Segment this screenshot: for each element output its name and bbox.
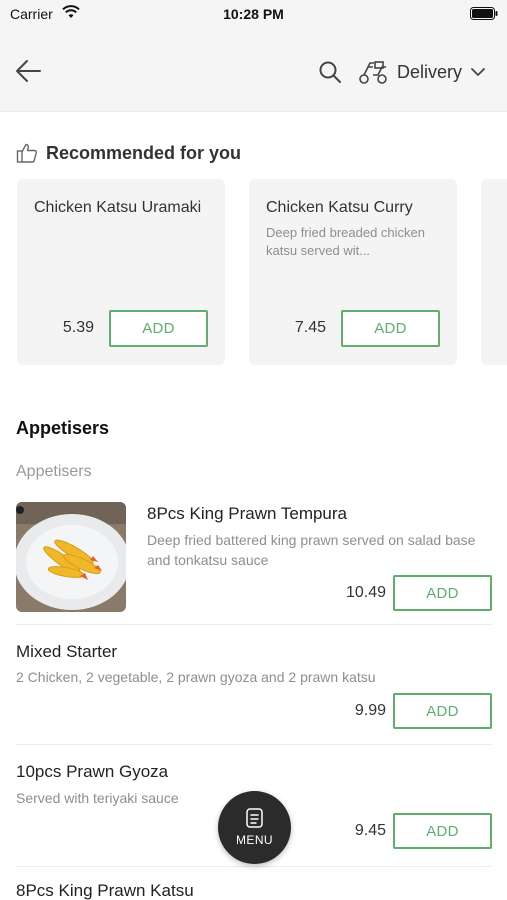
add-button[interactable]: ADD bbox=[341, 310, 440, 347]
status-time: 10:28 PM bbox=[223, 6, 284, 22]
thumbs-up-icon bbox=[16, 143, 37, 163]
divider bbox=[16, 744, 492, 745]
item-name: 10pcs Prawn Gyoza bbox=[16, 762, 169, 781]
chevron-down-icon bbox=[471, 68, 485, 76]
nav-bar: Delivery bbox=[0, 30, 507, 112]
recommended-item-name: Chicken Katsu Curry bbox=[266, 199, 413, 216]
add-button[interactable]: ADD bbox=[109, 310, 208, 347]
recommended-card[interactable]: Chicken Katsu Curry Deep fried breaded c… bbox=[249, 179, 457, 365]
delivery-label: Delivery bbox=[397, 61, 463, 82]
recommended-card[interactable]: Chicken Katsu Uramaki 5.39 ADD bbox=[17, 179, 225, 365]
item-price: 10.49 bbox=[345, 584, 386, 601]
item-description: Deep fried battered king prawn served on… bbox=[147, 532, 476, 568]
back-arrow-icon[interactable] bbox=[14, 58, 44, 84]
item-name: 8Pcs King Prawn Katsu bbox=[16, 881, 194, 900]
recommended-item-name: Chicken Katsu Uramaki bbox=[34, 199, 202, 216]
menu-item[interactable]: 8Pcs King Prawn Katsu bbox=[0, 880, 507, 900]
recommended-card-peek[interactable] bbox=[481, 179, 507, 365]
section-title: Appetisers bbox=[16, 418, 110, 438]
battery-icon bbox=[470, 7, 498, 20]
item-photo bbox=[16, 502, 126, 612]
item-name: 8Pcs King Prawn Tempura bbox=[147, 504, 348, 523]
menu-item[interactable]: 8Pcs King Prawn Tempura Deep fried batte… bbox=[0, 500, 507, 620]
search-icon[interactable] bbox=[318, 60, 342, 84]
menu-icon bbox=[246, 808, 263, 828]
menu-item[interactable]: Mixed Starter 2 Chicken, 2 vegetable, 2 … bbox=[0, 640, 507, 740]
item-price: 9.99 bbox=[354, 702, 386, 719]
add-button[interactable]: ADD bbox=[393, 575, 492, 611]
menu-button[interactable]: MENU bbox=[218, 791, 291, 864]
menu-label: MENU bbox=[236, 833, 273, 847]
status-bar: Carrier 10:28 PM bbox=[0, 0, 507, 30]
delivery-selector[interactable]: Delivery bbox=[358, 56, 485, 88]
divider bbox=[16, 866, 492, 867]
item-name: Mixed Starter bbox=[16, 642, 118, 661]
scooter-icon bbox=[359, 61, 387, 84]
add-button[interactable]: ADD bbox=[393, 693, 492, 729]
recommended-item-price: 7.45 bbox=[294, 319, 326, 336]
item-price: 9.45 bbox=[354, 822, 386, 839]
subsection-title: Appetisers bbox=[16, 463, 92, 480]
add-button[interactable]: ADD bbox=[393, 813, 492, 849]
recommended-title: Recommended for you bbox=[46, 142, 242, 163]
item-description: 2 Chicken, 2 vegetable, 2 prawn gyoza an… bbox=[16, 669, 376, 685]
divider bbox=[16, 624, 492, 625]
recommended-header: Recommended for you bbox=[16, 142, 241, 164]
recommended-item-price: 5.39 bbox=[62, 319, 94, 336]
recommended-item-description: Deep fried breaded chicken katsu served … bbox=[266, 225, 425, 258]
